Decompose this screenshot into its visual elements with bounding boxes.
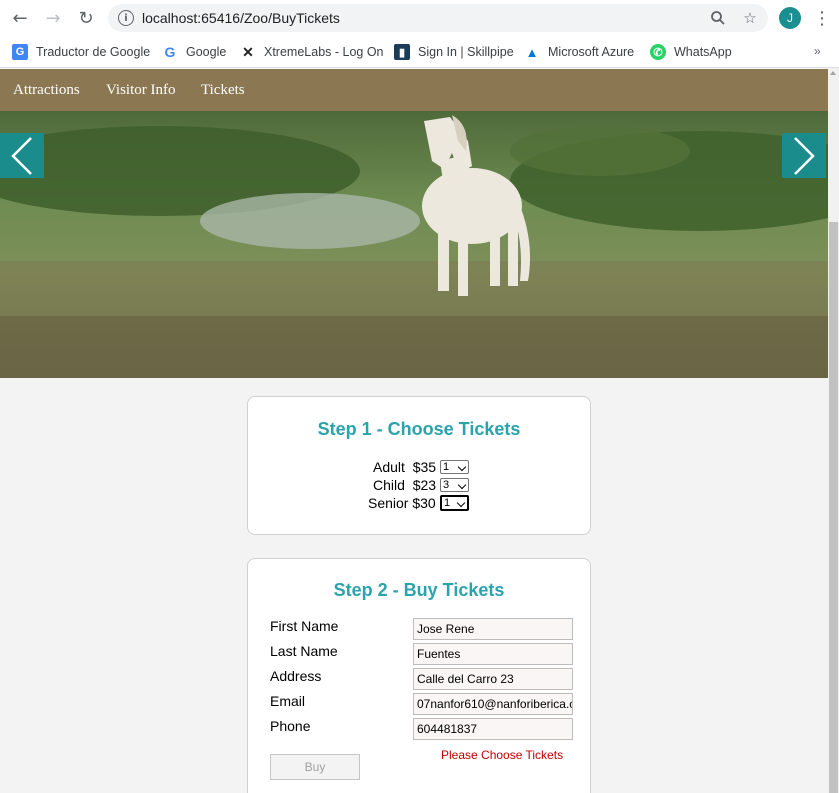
first-name-input[interactable]: Jose Rene <box>413 618 573 640</box>
scroll-thumb[interactable] <box>829 222 838 793</box>
hero-carousel <box>0 111 828 378</box>
bookmark-label: Sign In | Skillpipe <box>418 45 514 59</box>
last-name-label: Last Name <box>270 643 338 659</box>
url-text[interactable]: localhost:65416/Zoo/BuyTickets <box>142 10 340 26</box>
bookmarks-bar: G Traductor de Google G Google ✕ XtremeL… <box>0 36 839 68</box>
adult-qty-select[interactable]: 1 <box>440 460 469 474</box>
chevron-left-icon <box>11 136 32 175</box>
google-translate-icon: G <box>12 44 28 60</box>
profile-avatar[interactable]: J <box>779 7 801 29</box>
child-qty-select[interactable]: 3 <box>440 478 469 492</box>
back-arrow-icon[interactable]: ← <box>8 6 32 30</box>
star-icon[interactable]: ☆ <box>740 8 760 28</box>
error-message: Please Choose Tickets <box>441 748 564 762</box>
ticket-price: $35 <box>412 459 437 475</box>
carousel-prev-button[interactable] <box>0 133 44 178</box>
site-info-icon[interactable]: i <box>118 10 134 26</box>
nav-link-visitor-info[interactable]: Visitor Info <box>106 82 176 99</box>
bookmark-skillpipe[interactable]: ▮ Sign In | Skillpipe <box>394 42 514 62</box>
zoom-icon[interactable] <box>708 8 728 28</box>
last-name-input[interactable]: Fuentes <box>413 643 573 665</box>
address-label: Address <box>270 668 322 684</box>
ticket-type: Adult <box>373 459 405 475</box>
bookmark-label: XtremeLabs - Log On <box>264 45 384 59</box>
browser-toolbar: ← → ↻ i localhost:65416/Zoo/BuyTickets ☆… <box>0 0 839 36</box>
bookmarks-more-icon[interactable]: » <box>814 44 821 58</box>
scroll-up-arrow-icon[interactable] <box>830 71 836 75</box>
nav-link-attractions[interactable]: Attractions <box>13 82 80 99</box>
carousel-next-button[interactable] <box>782 133 826 178</box>
skillpipe-icon: ▮ <box>394 44 410 60</box>
phone-label: Phone <box>270 718 311 734</box>
menu-dots-icon[interactable]: ⋮ <box>813 6 831 30</box>
bookmark-label: Traductor de Google <box>36 45 151 59</box>
address-input[interactable]: Calle del Carro 23 <box>413 668 573 690</box>
nav-link-tickets[interactable]: Tickets <box>201 82 245 99</box>
address-bar[interactable]: i localhost:65416/Zoo/BuyTickets ☆ <box>108 4 768 32</box>
google-icon: G <box>164 44 176 60</box>
ticket-price: $23 <box>412 477 437 493</box>
bookmark-azure[interactable]: ▲ Microsoft Azure <box>524 42 635 62</box>
buy-button[interactable]: Buy <box>270 754 360 780</box>
ticket-type: Senior <box>368 495 409 511</box>
step1-title: Step 1 - Choose Tickets <box>317 419 521 439</box>
azure-icon: ▲ <box>525 44 539 60</box>
forward-arrow-icon[interactable]: → <box>41 6 65 30</box>
email-label: Email <box>270 693 306 709</box>
bookmark-xtremelabs[interactable]: ✕ XtremeLabs - Log On <box>240 42 384 62</box>
step2-title: Step 2 - Buy Tickets <box>333 580 505 600</box>
chevron-right-icon <box>794 136 815 175</box>
step2-card: Step 2 - Buy Tickets First Name Jose Ren… <box>247 558 591 793</box>
site-nav-bar: Attractions Visitor Info Tickets <box>0 69 828 111</box>
ticket-type: Child <box>373 477 405 493</box>
bookmark-traductor[interactable]: G Traductor de Google <box>12 42 150 62</box>
ticket-row-senior: Senior $30 <box>368 495 436 511</box>
bookmark-label: Google <box>186 45 227 59</box>
bookmark-whatsapp[interactable]: ✆ WhatsApp <box>650 42 732 62</box>
bookmark-label: WhatsApp <box>674 45 732 59</box>
ticket-row-adult: Adult $35 <box>373 459 436 475</box>
email-input[interactable]: 07nanfor610@nanforiberica.com <box>413 693 573 715</box>
page-content: Attractions Visitor Info Tickets Step 1 … <box>0 69 828 793</box>
whatsapp-icon: ✆ <box>650 44 666 60</box>
bookmark-label: Microsoft Azure <box>548 45 635 59</box>
reload-icon[interactable]: ↻ <box>74 6 98 30</box>
hero-horse-image <box>0 111 828 378</box>
phone-input[interactable]: 604481837 <box>413 718 573 740</box>
senior-qty-select[interactable]: 1 <box>440 495 469 511</box>
page-scrollbar[interactable] <box>828 69 839 793</box>
first-name-label: First Name <box>270 618 339 634</box>
ticket-row-child: Child $23 <box>373 477 436 493</box>
ticket-price: $30 <box>412 495 436 511</box>
xtremelabs-icon: ✕ <box>242 43 254 60</box>
bookmark-google[interactable]: G Google <box>162 42 227 62</box>
step1-card: Step 1 - Choose Tickets Adult $35 1 Chil… <box>247 396 591 535</box>
